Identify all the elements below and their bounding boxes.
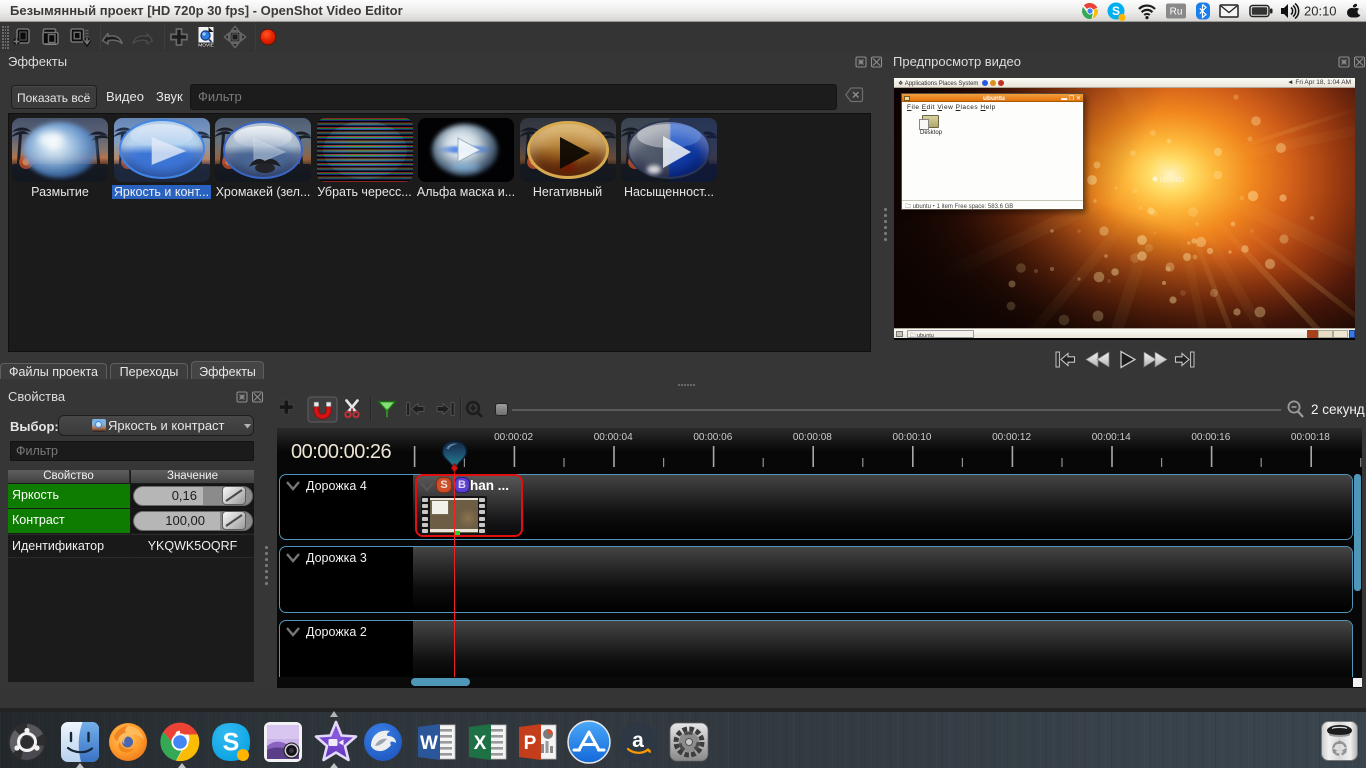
svg-text:Ru: Ru: [1170, 7, 1183, 18]
svg-text:00:00:04: 00:00:04: [594, 432, 633, 443]
svg-text:P: P: [524, 733, 537, 754]
svg-text:00:00:06: 00:00:06: [693, 432, 732, 443]
svg-text:ubuntu: ubuntu: [1160, 175, 1184, 184]
svg-text:00:00:10: 00:00:10: [893, 432, 932, 443]
svg-text:MOVIE: MOVIE: [198, 42, 213, 48]
svg-text:X: X: [474, 733, 487, 754]
svg-text:00:00:02: 00:00:02: [494, 432, 533, 443]
svg-text:a: a: [632, 729, 644, 752]
svg-text:W: W: [420, 733, 438, 754]
svg-text:20:10: 20:10: [1304, 4, 1337, 19]
svg-text:00:00:14: 00:00:14: [1092, 432, 1131, 443]
svg-text:00:00:08: 00:00:08: [793, 432, 832, 443]
svg-text:S: S: [223, 729, 240, 757]
svg-text:00:00:16: 00:00:16: [1191, 432, 1230, 443]
svg-text:00:00:18: 00:00:18: [1291, 432, 1330, 443]
svg-text:00:00:12: 00:00:12: [992, 432, 1031, 443]
